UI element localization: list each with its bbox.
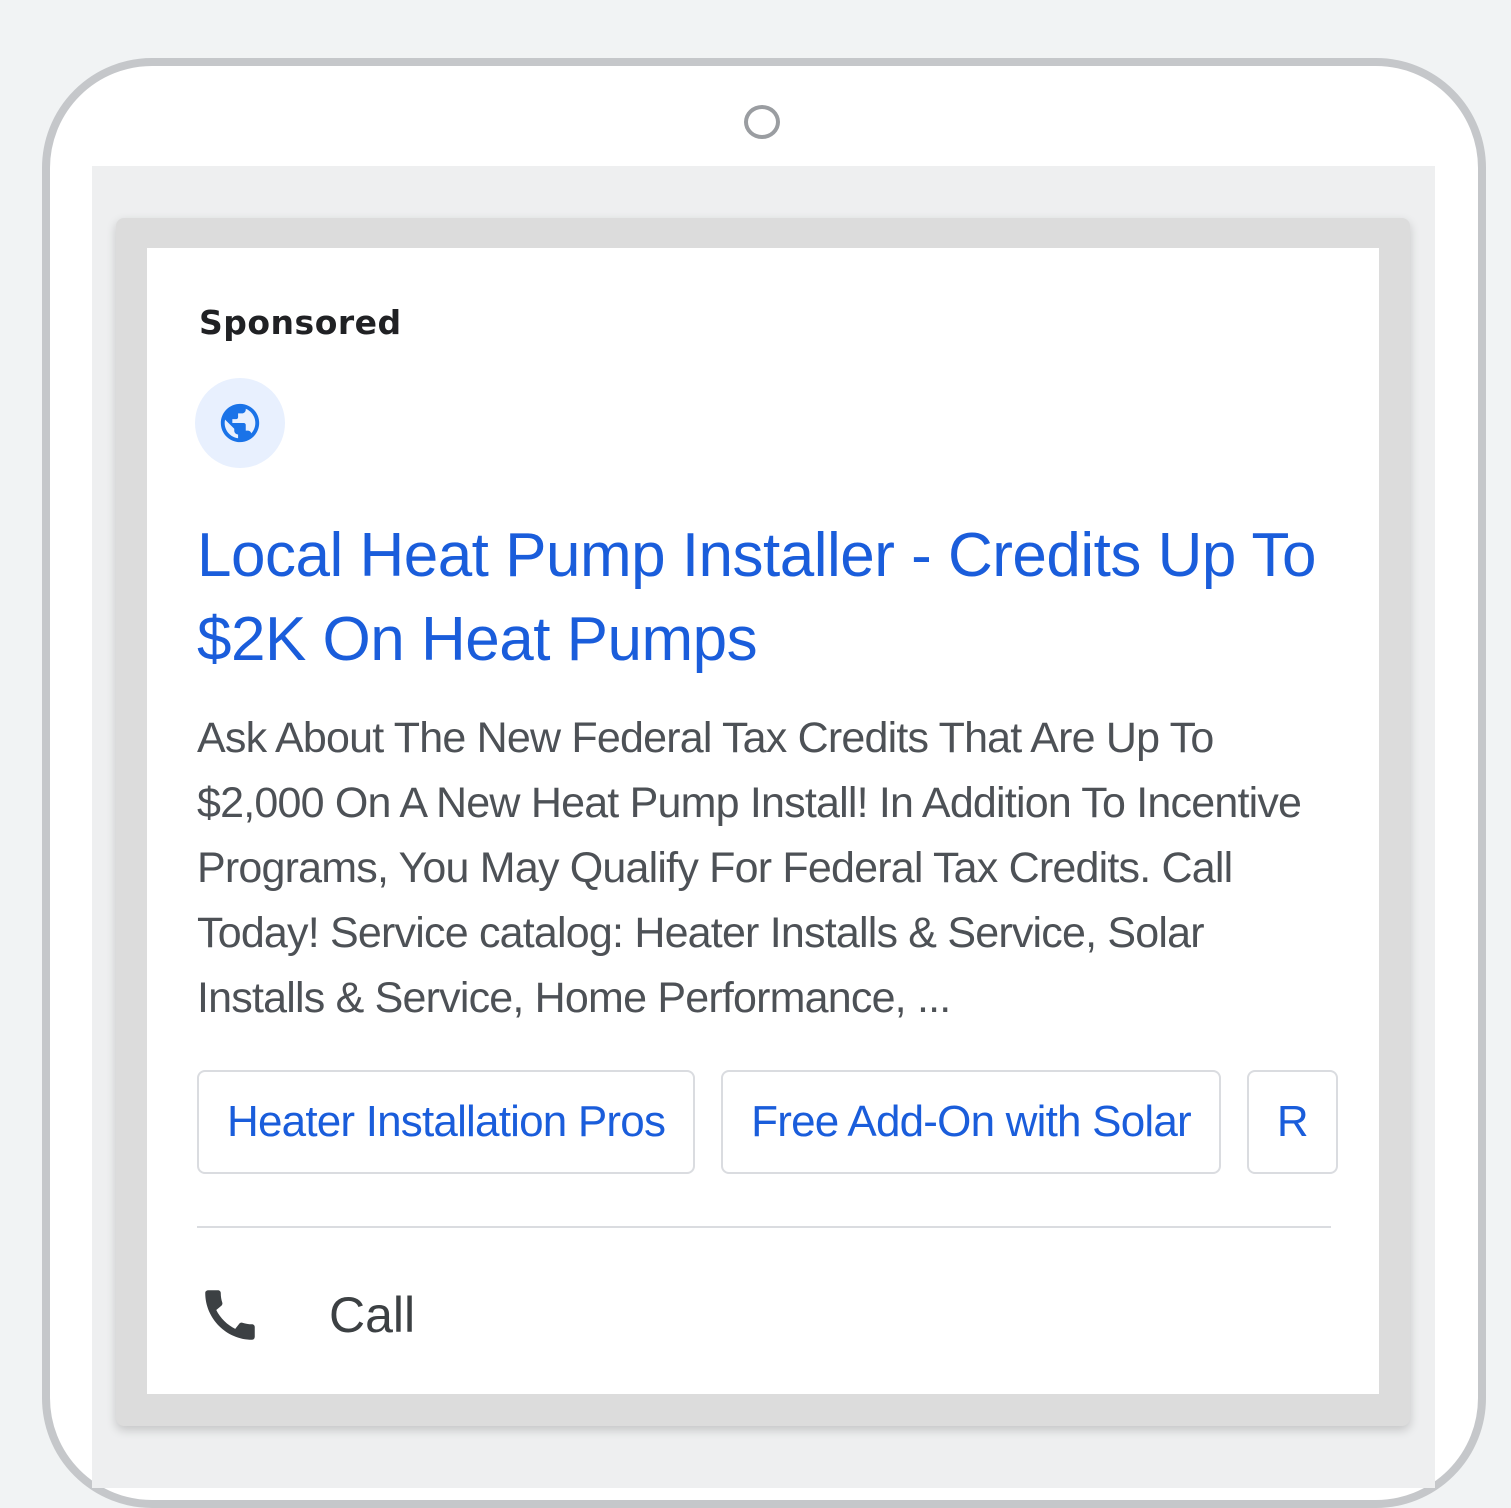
sponsored-label: Sponsored (199, 303, 402, 342)
sitelink-row: Heater Installation Pros Free Add-On wit… (197, 1070, 1338, 1174)
sitelink-partial[interactable]: R (1246, 1070, 1338, 1174)
call-label: Call (329, 1287, 416, 1343)
sitelink-free-add-on[interactable]: Free Add-On with Solar (721, 1070, 1221, 1174)
divider (197, 1226, 1331, 1228)
ad-card: Sponsored Local Heat Pump Installer - Cr… (147, 248, 1379, 1394)
globe-icon (220, 403, 260, 443)
favicon[interactable] (195, 378, 285, 468)
camera-icon (744, 105, 780, 139)
sitelink-heater-installation[interactable]: Heater Installation Pros (197, 1070, 696, 1174)
ad-headline-link[interactable]: Local Heat Pump Installer - Credits Up T… (197, 514, 1357, 682)
ad-description: Ask About The New Federal Tax Credits Th… (197, 714, 1302, 1022)
phone-icon (197, 1280, 267, 1350)
call-button[interactable]: Call (197, 1270, 415, 1360)
